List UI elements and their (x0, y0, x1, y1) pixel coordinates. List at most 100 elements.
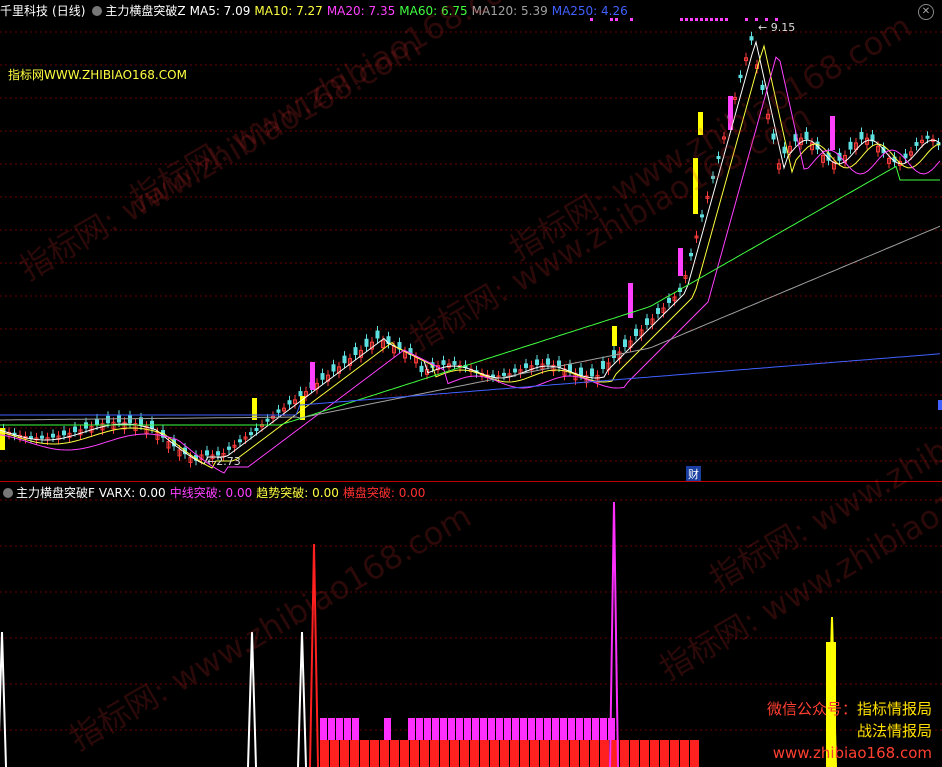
ma-label: MA5: 7.09 (189, 4, 251, 18)
midline-breakout-bar (568, 718, 575, 740)
signal-bar (830, 116, 835, 150)
midline-breakout-bar (552, 718, 559, 740)
candle-body (579, 367, 583, 376)
candle-body (749, 36, 754, 41)
edge-marker (938, 400, 942, 410)
horizontal-breakout-bar (550, 740, 559, 767)
ma-labels: MA5: 7.09 MA10: 7.27 MA20: 7.35 MA60: 6.75 M… (190, 4, 632, 18)
candle-body (903, 153, 908, 159)
candle-body (524, 363, 528, 369)
midline-breakout-bar (384, 718, 391, 740)
promo-wechat: 微信公众号： (766, 700, 857, 718)
candle-body (265, 418, 270, 422)
signal-dot (700, 18, 703, 21)
signal-dot (710, 18, 713, 21)
candle-body (760, 84, 765, 90)
varx-spike (297, 631, 307, 767)
signal-dot (695, 18, 698, 21)
candle-body (513, 368, 517, 373)
candle-body (331, 364, 336, 372)
candle-body (689, 252, 693, 257)
signal-dot (745, 18, 748, 21)
horizontal-breakout-bar (420, 740, 429, 767)
horizontal-breakout-bar (570, 740, 579, 767)
candle-body (535, 359, 539, 366)
horizontal-breakout-bar (630, 740, 639, 767)
midline-breakout-bar (544, 718, 551, 740)
horizontal-breakout-bar (670, 740, 679, 767)
candle-body (623, 339, 627, 348)
horizontal-breakout-bar (380, 740, 389, 767)
midline-breakout-bar (432, 718, 439, 740)
midline-breakout-bar (592, 718, 599, 740)
midline-breakout-bar (416, 718, 423, 740)
midline-breakout-bar (424, 718, 431, 740)
candle-body (249, 432, 253, 436)
varx-spike (247, 631, 257, 767)
close-icon[interactable]: ✕ (918, 4, 934, 20)
indicator-value-label: 横盘突破: 0.00 (342, 486, 426, 500)
horizontal-breakout-bar (580, 740, 589, 767)
candle-body (227, 446, 231, 450)
signal-bar (698, 112, 703, 135)
horizontal-breakout-bar (390, 740, 399, 767)
candle-body (771, 133, 776, 140)
horizontal-breakout-bar (330, 740, 339, 767)
settings-icon[interactable] (92, 6, 103, 16)
horizontal-breakout-bar (590, 740, 599, 767)
horizontal-breakout-bar (650, 740, 659, 767)
midline-breakout-bar (456, 718, 463, 740)
midline-breakout-bar (464, 718, 471, 740)
candle-body (804, 131, 809, 140)
candle-body (645, 318, 649, 325)
candle-body (128, 415, 132, 424)
main-indicator-name[interactable]: 主力横盘突破Z (105, 4, 185, 18)
candle-body (95, 418, 99, 426)
midline-breakout-bar (488, 718, 495, 740)
candle-body (51, 433, 55, 438)
midline-breakout-bar (496, 718, 503, 740)
signal-dot (775, 18, 778, 21)
horizontal-breakout-bar (430, 740, 439, 767)
candle-body (276, 409, 281, 413)
indicator-value-label: 趋势突破: 0.00 (256, 486, 339, 500)
ma-label: MA60: 6.75 (399, 4, 468, 18)
candle-body (738, 74, 743, 79)
horizontal-breakout-bar (480, 740, 489, 767)
horizontal-breakout-bar (640, 740, 649, 767)
signal-bar (612, 326, 617, 346)
horizontal-breakout-bar (490, 740, 499, 767)
candle-body (419, 365, 424, 373)
sub-header: 主力横盘突破F VARX: 0.00 中线突破: 0.00 趋势突破: 0.00 横盘突… (0, 484, 433, 502)
signal-bar (678, 248, 683, 276)
horizontal-breakout-spike (309, 543, 319, 767)
signal-dot (685, 18, 688, 21)
promo-tactics: 战法情报局 (856, 722, 932, 740)
candle-body (590, 368, 594, 377)
midline-breakout-bar (440, 718, 447, 740)
horizontal-breakout-bar (360, 740, 369, 767)
period-label: (日线) (52, 4, 86, 18)
horizontal-breakout-bar (560, 740, 569, 767)
candle-body (502, 372, 506, 376)
candle-body (914, 142, 919, 146)
horizontal-breakout-bar (440, 740, 449, 767)
horizontal-breakout-bar (400, 740, 409, 767)
candle-body (716, 156, 721, 160)
ma-label: MA250: 4.26 (551, 4, 628, 18)
main-chart-pane[interactable]: ← 9.15 ←2.73 千里科技 (日线) 主力横盘突破Z MA5: 7.09 MA10… (0, 0, 942, 482)
indicator-pane[interactable]: 主力横盘突破F VARX: 0.00 中线突破: 0.00 趋势突破: 0.00 横盘突… (0, 481, 942, 767)
signal-dot (765, 18, 768, 21)
settings-icon[interactable] (3, 488, 13, 498)
ma5-line (0, 40, 941, 465)
candle-body (298, 391, 303, 397)
sub-indicator-name[interactable]: 主力横盘突破F (16, 486, 95, 500)
candle-body (859, 132, 864, 140)
midline-breakout-bar (520, 718, 527, 740)
finance-badge[interactable]: 财 (686, 466, 701, 482)
signal-dot (720, 18, 723, 21)
site-label: 指标网WWW.ZHIBIAO168.COM (8, 68, 187, 82)
horizontal-breakout-bar (680, 740, 689, 767)
midline-breakout-bar (536, 718, 543, 740)
signal-dot (755, 18, 758, 21)
